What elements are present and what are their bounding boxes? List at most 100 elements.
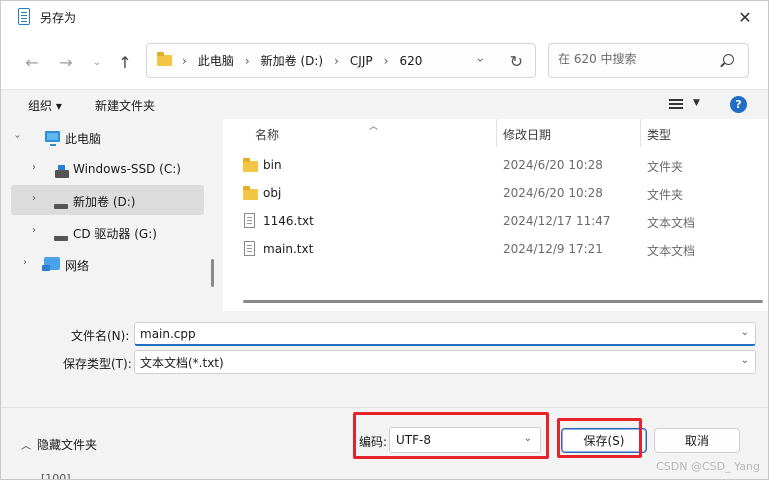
new-folder-button[interactable]: 新建文件夹 bbox=[95, 97, 155, 114]
sidebar-item-network[interactable]: › 网络 bbox=[11, 249, 204, 279]
file-date: 2024/6/20 10:28 bbox=[503, 158, 603, 172]
hide-folders-button[interactable]: ︿ 隐藏文件夹 bbox=[21, 436, 97, 453]
sidebar-scrollbar[interactable] bbox=[211, 259, 214, 287]
file-date: 2024/12/17 11:47 bbox=[503, 214, 611, 228]
file-name: main.txt bbox=[263, 242, 314, 256]
search-icon[interactable] bbox=[723, 54, 734, 65]
chevron-right-icon[interactable]: › bbox=[32, 193, 36, 204]
address-bar[interactable]: › 此电脑 › 新加卷 (D:) › CJJP › 620 › ↻ bbox=[146, 43, 536, 78]
view-list-icon[interactable] bbox=[669, 99, 683, 109]
title-bar: 另存为 ✕ bbox=[1, 1, 768, 33]
chevron-right-icon[interactable]: › bbox=[23, 257, 27, 268]
column-header-name[interactable]: 名称 bbox=[255, 126, 279, 143]
arrow-left-icon: ← bbox=[25, 52, 39, 72]
column-header-date[interactable]: 修改日期 bbox=[503, 126, 551, 143]
file-type: 文件夹 bbox=[647, 160, 684, 174]
navigation-bar: ← → ⌄ ↑ › 此电脑 › 新加卷 (D:) › CJJP › 620 › … bbox=[1, 33, 768, 89]
encoding-select[interactable]: UTF-8 ⌄ bbox=[389, 427, 541, 453]
filename-value[interactable]: main.cpp bbox=[140, 327, 196, 341]
sort-ascending-icon: ︿ bbox=[369, 122, 379, 132]
back-button[interactable]: ← bbox=[20, 50, 44, 74]
dialog-footer: ︿ 隐藏文件夹 编码: UTF-8 ⌄ 保存(S) 取消 [100] bbox=[1, 407, 768, 480]
filename-label: 文件名(N): bbox=[71, 329, 130, 343]
cd-drive-icon bbox=[54, 236, 68, 241]
chevron-down-icon[interactable]: ▼ bbox=[693, 98, 700, 108]
column-divider[interactable] bbox=[640, 119, 641, 147]
filetype-value[interactable]: 文本文档(*.txt) bbox=[140, 354, 224, 371]
column-divider[interactable] bbox=[496, 119, 497, 147]
file-type: 文本文档 bbox=[647, 244, 696, 258]
chevron-down-icon[interactable]: ⌄ bbox=[741, 355, 749, 366]
file-type: 文本文档 bbox=[647, 216, 696, 230]
up-button[interactable]: ↑ bbox=[113, 50, 137, 74]
file-row[interactable]: 1146.txt 2024/12/17 11:47 文本文档 bbox=[223, 208, 768, 236]
windows-drive-icon bbox=[55, 165, 69, 178]
help-icon[interactable]: ? bbox=[730, 96, 747, 113]
column-header-type[interactable]: 类型 bbox=[647, 126, 671, 143]
hide-folders-label: 隐藏文件夹 bbox=[37, 438, 98, 452]
file-date: 2024/12/9 17:21 bbox=[503, 242, 603, 256]
forward-button[interactable]: → bbox=[54, 50, 78, 74]
file-name: 1146.txt bbox=[263, 214, 314, 228]
sidebar-item-label: 此电脑 bbox=[65, 132, 102, 146]
breadcrumb-this-pc[interactable]: 此电脑 bbox=[198, 52, 234, 69]
file-list: ︿ 名称 修改日期 类型 bin 2024/6/20 10:28 文件夹 obj… bbox=[223, 119, 768, 311]
filetype-select[interactable]: 文本文档(*.txt) ⌄ bbox=[134, 350, 756, 374]
encoding-label: 编码: bbox=[359, 435, 388, 449]
cancel-button-label: 取消 bbox=[684, 434, 709, 448]
sidebar-item-this-pc[interactable]: › 此电脑 bbox=[11, 122, 204, 152]
sidebar-item-c-drive[interactable]: › Windows-SSD (C:) bbox=[11, 154, 204, 184]
close-button[interactable]: ✕ bbox=[722, 1, 768, 33]
file-row[interactable]: obj 2024/6/20 10:28 文件夹 bbox=[223, 180, 768, 208]
watermark: CSDN @CSD_ Yang bbox=[656, 460, 760, 473]
refresh-icon[interactable]: ↻ bbox=[510, 52, 523, 71]
file-name: obj bbox=[263, 186, 282, 200]
text-file-icon bbox=[244, 213, 255, 228]
chevron-right-icon: › bbox=[334, 53, 339, 68]
sidebar-item-label: CD 驱动器 (G:) bbox=[73, 227, 157, 241]
save-as-dialog: 另存为 ✕ ← → ⌄ ↑ › 此电脑 › 新加卷 (D:) › CJJP › … bbox=[0, 0, 769, 480]
chevron-right-icon[interactable]: › bbox=[32, 162, 36, 173]
chevron-down-icon[interactable]: › bbox=[12, 135, 23, 139]
search-input[interactable] bbox=[558, 52, 718, 66]
file-date: 2024/6/20 10:28 bbox=[503, 186, 603, 200]
close-icon: ✕ bbox=[738, 7, 752, 27]
encoding-value[interactable]: UTF-8 bbox=[396, 433, 431, 447]
file-row[interactable]: main.txt 2024/12/9 17:21 文本文档 bbox=[223, 236, 768, 264]
breadcrumb-cjjp[interactable]: CJJP bbox=[350, 54, 373, 68]
file-row[interactable]: bin 2024/6/20 10:28 文件夹 bbox=[223, 152, 768, 180]
sidebar-item-label: Windows-SSD (C:) bbox=[73, 162, 181, 176]
arrow-right-icon: → bbox=[59, 52, 73, 72]
drive-icon bbox=[54, 204, 68, 209]
sidebar-item-label: 新加卷 (D:) bbox=[73, 195, 136, 209]
address-dropdown-icon[interactable]: › bbox=[474, 58, 488, 63]
arrow-up-icon: ↑ bbox=[118, 52, 132, 72]
chevron-right-icon[interactable]: › bbox=[32, 225, 36, 236]
window-title: 另存为 bbox=[40, 11, 77, 25]
organize-button[interactable]: 组织 ▾ bbox=[28, 97, 62, 114]
chevron-down-icon[interactable]: ⌄ bbox=[741, 327, 749, 338]
recent-locations-button[interactable]: ⌄ bbox=[85, 50, 109, 74]
save-button[interactable]: 保存(S) bbox=[561, 428, 647, 453]
chevron-down-icon: ⌄ bbox=[92, 56, 102, 68]
network-icon bbox=[42, 257, 60, 271]
cancel-button[interactable]: 取消 bbox=[654, 428, 740, 453]
chevron-right-icon: › bbox=[182, 53, 187, 68]
chevron-up-icon: ︿ bbox=[21, 441, 31, 452]
file-name: bin bbox=[263, 158, 282, 172]
breadcrumb-620[interactable]: 620 bbox=[399, 54, 422, 68]
search-box[interactable] bbox=[548, 43, 749, 78]
save-button-label: 保存(S) bbox=[583, 434, 625, 448]
breadcrumb-d-drive[interactable]: 新加卷 (D:) bbox=[261, 52, 323, 69]
horizontal-scrollbar[interactable] bbox=[243, 300, 763, 303]
chevron-right-icon: › bbox=[383, 53, 389, 68]
filename-field[interactable]: main.cpp ⌄ bbox=[134, 322, 756, 346]
sidebar-item-cd-drive[interactable]: › CD 驱动器 (G:) bbox=[11, 217, 204, 247]
chevron-down-icon[interactable]: ⌄ bbox=[524, 433, 532, 444]
folder-icon bbox=[243, 186, 258, 200]
background-text: [100] bbox=[41, 472, 71, 480]
text-file-icon bbox=[244, 241, 255, 256]
navigation-pane: › 此电脑 › Windows-SSD (C:) › 新加卷 (D:) › CD… bbox=[11, 119, 218, 311]
sidebar-item-d-drive[interactable]: › 新加卷 (D:) bbox=[11, 185, 204, 215]
computer-icon bbox=[45, 131, 60, 146]
